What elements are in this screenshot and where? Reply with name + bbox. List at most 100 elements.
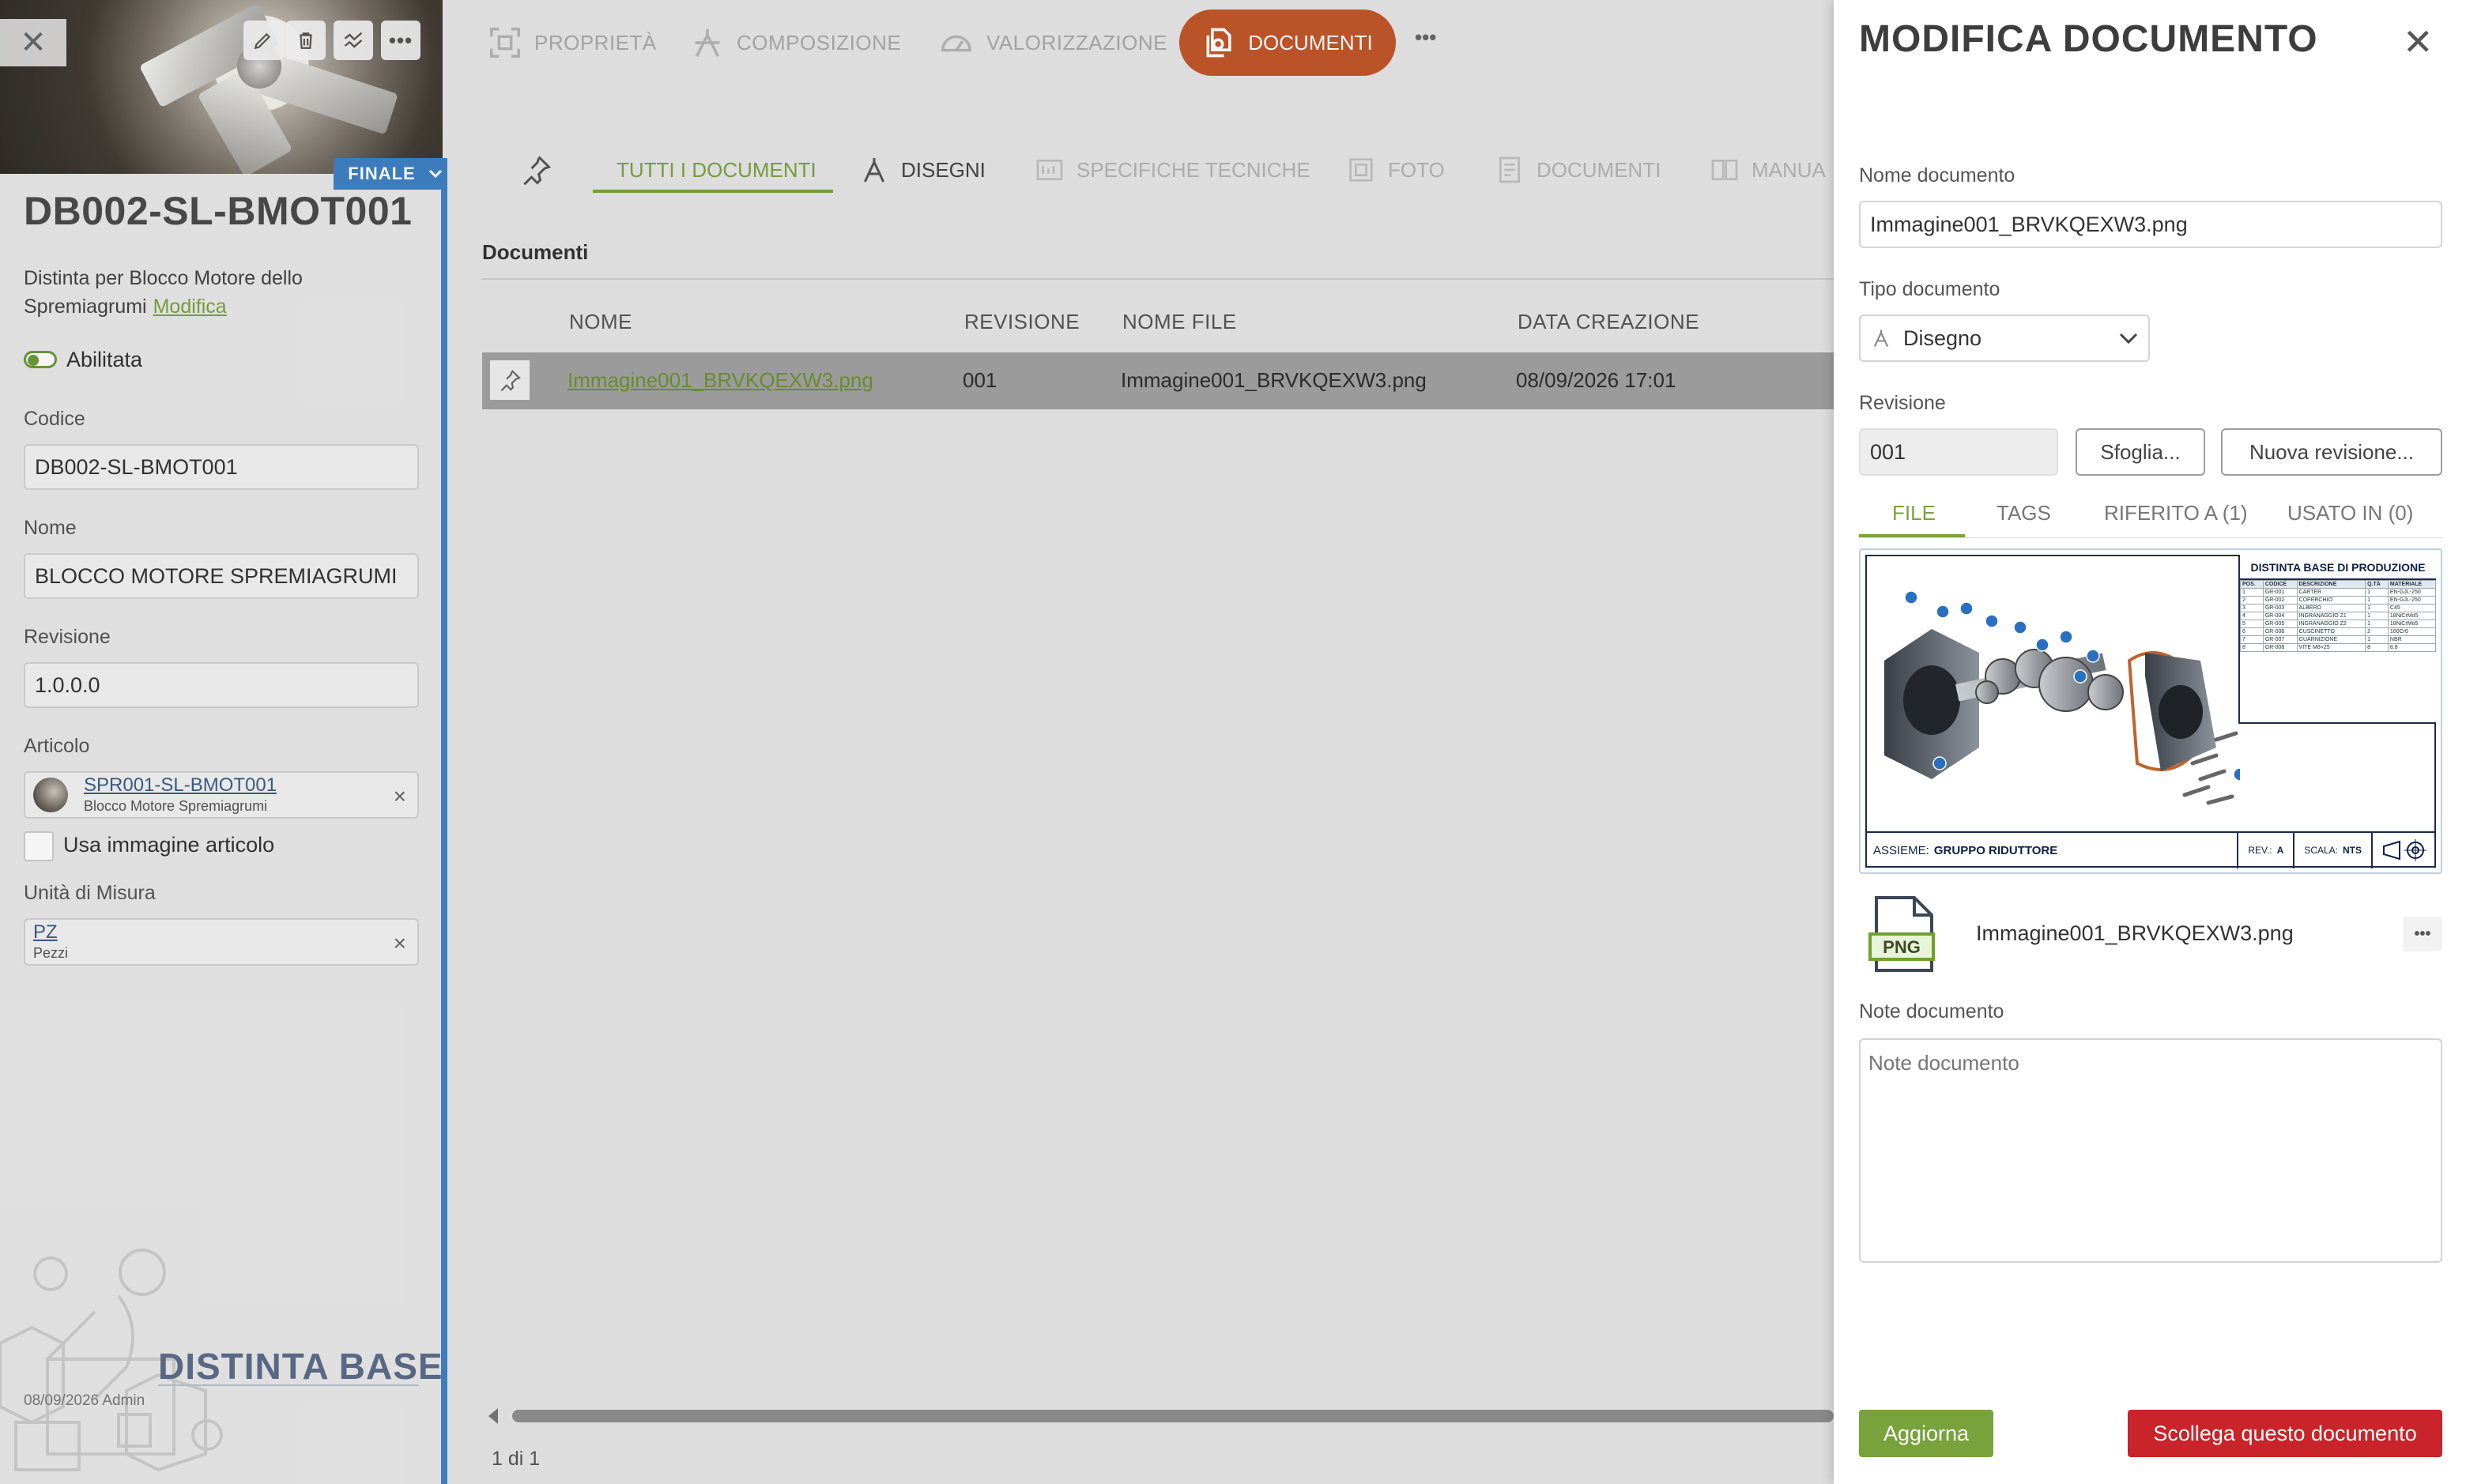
bom-cell: 100Cr6 <box>2387 627 2437 636</box>
documents-section-title: Documenti <box>482 240 589 264</box>
articolo-code-link[interactable]: SPR001-SL-BMOT001 <box>84 774 277 797</box>
assieme-value: GRUPPO RIDUTTORE <box>1933 843 2058 857</box>
close-panel-button[interactable]: ✕ <box>0 19 66 66</box>
revisione-field[interactable]: 1.0.0.0 <box>24 662 419 708</box>
row-nome-link[interactable]: Immagine001_BRVKQEXW3.png <box>567 368 873 393</box>
photo-icon <box>1349 158 1373 182</box>
compare-button[interactable] <box>334 21 373 60</box>
bom-cell: 5 <box>2240 620 2264 628</box>
bom-row: 7 GR-007 GUARNIZIONE 1 NBR <box>2240 635 2437 644</box>
bom-cell: GR-001 <box>2262 588 2298 597</box>
nav-documenti[interactable]: DOCUMENTI <box>1179 9 1396 76</box>
pin-tab-button[interactable] <box>518 150 553 190</box>
bom-cell: NBR <box>2387 635 2437 644</box>
tab-specifiche-tecniche[interactable]: SPECIFICHE TECNICHE <box>1034 150 1310 190</box>
browse-button[interactable]: Sfoglia... <box>2076 428 2205 476</box>
codice-label: Codice <box>24 408 85 430</box>
bom-row: 1 GR-001 CARTER 1 EN-GJL-250 <box>2240 588 2437 597</box>
tab-riferito-a[interactable]: RIFERITO A (1) <box>2104 501 2248 525</box>
column-header-nome-file[interactable]: NOME FILE <box>1122 310 1237 334</box>
column-header-nome[interactable]: NOME <box>569 310 632 334</box>
enabled-toggle[interactable] <box>24 351 57 368</box>
articolo-thumbnail <box>33 778 68 812</box>
tab-documenti[interactable]: DOCUMENTI <box>1494 150 1661 190</box>
main-content <box>447 0 1834 1484</box>
bom-row: 8 GR-008 VITE M8×25 8 8.8 <box>2240 643 2437 652</box>
tab-file[interactable]: FILE <box>1892 501 1936 525</box>
codice-field[interactable]: DB002-SL-BMOT001 <box>24 444 419 490</box>
clear-um-icon[interactable]: × <box>394 931 406 956</box>
note-textarea[interactable] <box>1859 1038 2442 1263</box>
revisione-label: Revisione <box>24 626 111 648</box>
nav-valorizzazione[interactable]: VALORIZZAZIONE <box>937 21 1167 65</box>
um-code-link[interactable]: PZ <box>33 921 58 944</box>
new-revision-button[interactable]: Nuova revisione... <box>2221 428 2442 476</box>
active-tab-indicator <box>593 190 833 193</box>
section-divider <box>482 278 1834 280</box>
nome-field[interactable]: BLOCCO MOTORE SPREMIAGRUMI <box>24 553 419 599</box>
tab-manuali[interactable]: MANUA <box>1709 150 1834 190</box>
edit-button[interactable] <box>243 21 283 60</box>
bom-cell: EN-GJL-250 <box>2387 588 2437 597</box>
tipo-documento-select[interactable]: Disegno <box>1859 315 2150 362</box>
tab-disegni[interactable]: DISEGNI <box>858 150 986 190</box>
bom-cell: GR-007 <box>2262 635 2298 644</box>
articolo-label: Articolo <box>24 735 90 757</box>
scala-cell: SCALA: NTS <box>2293 832 2371 868</box>
bom-table: DISTINTA BASE DI PRODUZIONE POS. CODICE … <box>2238 555 2437 724</box>
clear-articolo-icon[interactable]: × <box>394 784 406 809</box>
bom-cell: 1 <box>2240 588 2264 597</box>
tab-foto[interactable]: FOTO <box>1345 150 1445 190</box>
update-button[interactable]: Aggiorna <box>1859 1410 1993 1457</box>
bom-cell: EN-GJL-250 <box>2387 596 2437 605</box>
bom-cell: 1 <box>2365 620 2389 628</box>
usa-immagine-label: Usa immagine articolo <box>63 833 275 857</box>
um-chip[interactable]: PZ Pezzi × <box>24 918 419 966</box>
column-header-revisione[interactable]: REVISIONE <box>964 310 1080 334</box>
bom-cell: 2 <box>2240 596 2264 605</box>
title-block: ASSIEME: GRUPPO RIDUTTORE REV.: A SCALA: N… <box>1865 831 2436 868</box>
nav-proprieta[interactable]: PROPRIETÀ <box>487 21 657 65</box>
revisione-field[interactable]: 001 <box>1859 428 2058 476</box>
bom-cell: GUARNIZIONE <box>2296 635 2366 644</box>
chart-trend-icon <box>344 32 363 48</box>
tab-tutti-documenti[interactable]: TUTTI I DOCUMENTI <box>616 150 816 190</box>
horizontal-scrollbar[interactable] <box>512 1410 1834 1422</box>
nav-more-button[interactable]: ••• <box>1415 25 1436 50</box>
row-pin-button[interactable] <box>490 360 530 400</box>
tab-tags[interactable]: TAGS <box>1997 501 2051 525</box>
nav-composizione[interactable]: COMPOSIZIONE <box>689 21 901 65</box>
file-more-button[interactable]: ••• <box>2403 917 2442 951</box>
bom-header: MATERIALE <box>2387 580 2437 589</box>
tab-usato-in[interactable]: USATO IN (0) <box>2287 501 2413 525</box>
bom-header: Q.TÀ <box>2365 580 2389 589</box>
file-name: Immagine001_BRVKQEXW3.png <box>1976 921 2294 945</box>
ellipsis-icon: ••• <box>388 28 413 52</box>
item-title: DB002-SL-BMOT001 <box>24 189 413 233</box>
column-header-data-creazione[interactable]: DATA CREAZIONE <box>1518 310 1699 334</box>
delete-button[interactable] <box>286 21 326 60</box>
modify-description-link[interactable]: Modifica <box>153 296 227 318</box>
pin-icon <box>523 156 552 186</box>
row-revisione: 001 <box>963 368 997 392</box>
bom-row: 6 GR-006 CUSCINETTO 2 100Cr6 <box>2240 627 2437 636</box>
pin-icon <box>500 370 521 392</box>
manual-icon <box>1711 160 1738 180</box>
articolo-chip[interactable]: SPR001-SL-BMOT001 Blocco Motore Spremiag… <box>24 771 419 819</box>
unlink-document-button[interactable]: Scollega questo documento <box>2128 1410 2442 1457</box>
status-badge[interactable]: FINALE <box>334 158 457 190</box>
close-editor-button[interactable]: ✕ <box>2403 21 2434 63</box>
close-icon: ✕ <box>2403 21 2434 62</box>
file-preview[interactable]: DISTINTA BASE DI PRODUZIONE POS. CODICE … <box>1859 548 2442 874</box>
bom-cell: 7 <box>2240 635 2264 644</box>
chevron-down-icon <box>428 169 442 179</box>
bom-cell: VITE M8×25 <box>2296 643 2366 652</box>
more-actions-button[interactable]: ••• <box>381 21 420 60</box>
bom-cell: INGRANAGGIO Z1 <box>2296 612 2366 620</box>
bom-cell: GR-008 <box>2262 643 2298 652</box>
assieme-label: ASSIEME: <box>1873 843 1929 857</box>
nome-documento-field[interactable]: Immagine001_BRVKQEXW3.png <box>1859 201 2442 248</box>
scroll-left-arrow[interactable] <box>488 1408 498 1424</box>
usa-immagine-checkbox[interactable] <box>24 831 54 861</box>
bom-row: 3 GR-003 ALBERO 1 C45 <box>2240 604 2437 612</box>
